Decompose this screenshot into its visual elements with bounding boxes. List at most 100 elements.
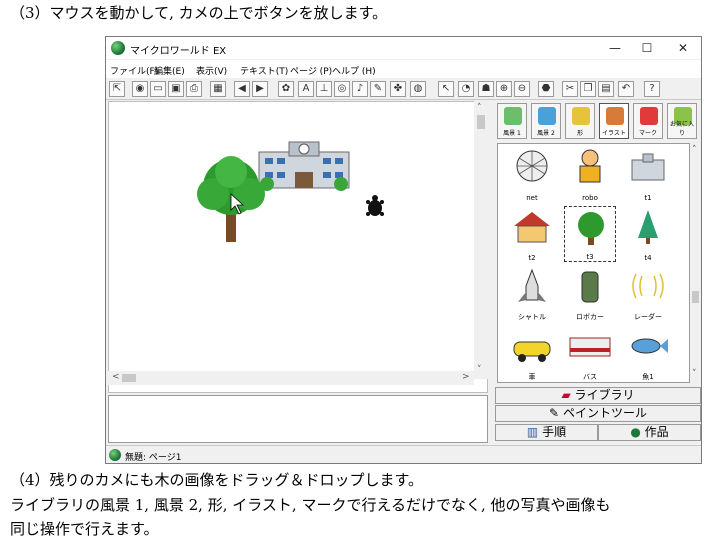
paint-tool-button[interactable]: ✎ ペイントツール (495, 405, 701, 422)
globe-icon[interactable]: ◉ (132, 81, 148, 97)
menu-text[interactable]: テキスト(T) (240, 64, 288, 77)
library-item-車[interactable]: 車 (506, 326, 558, 382)
library-tab-2[interactable]: 形 (565, 103, 595, 139)
library-item-label: バス (583, 373, 597, 381)
canvas-vertical-scrollbar[interactable]: ˄ ˅ (474, 101, 488, 379)
step3-text: （3）マウスを動かして, カメの上でボタンを放します。 (10, 4, 388, 22)
scroll-thumb[interactable] (477, 115, 485, 129)
print-icon[interactable]: ⎙ (186, 81, 202, 97)
work-button[interactable]: ● 作品 (598, 424, 701, 441)
zoom-out-icon[interactable]: ⊖ (514, 81, 530, 97)
library-item-robo[interactable]: robo (564, 146, 616, 202)
status-bar: 無題: ページ1 (106, 445, 701, 464)
watch-icon[interactable]: ◔ (458, 81, 474, 97)
library-scroll-down-icon[interactable]: ˅ (692, 369, 697, 379)
library-tab-label: マーク (638, 130, 657, 137)
library-item-バス[interactable]: バス (564, 326, 616, 382)
library-button[interactable]: ▰ ライブラリ (495, 387, 701, 404)
library-item-net[interactable]: net (506, 146, 558, 202)
mark-icon (640, 107, 658, 125)
paste-icon[interactable]: ▤ (598, 81, 614, 97)
library-item-シャトル[interactable]: シャトル (506, 266, 558, 322)
status-globe-icon (109, 449, 121, 461)
library-item-label: net (526, 194, 538, 202)
slider-icon[interactable]: ⊥ (316, 81, 332, 97)
radar-icon (632, 273, 664, 299)
library-tab-3[interactable]: イラスト (599, 103, 629, 139)
text-box[interactable] (108, 395, 488, 443)
stop-icon[interactable]: ⬣ (538, 81, 554, 97)
menu-page[interactable]: ページ (P) (290, 64, 332, 77)
zoom-in-icon[interactable]: ⊕ (496, 81, 512, 97)
library-item-label: t1 (644, 194, 652, 202)
menu-help[interactable]: ヘルプ (H) (332, 64, 376, 77)
arrow-cursor-icon[interactable]: ↖ (438, 81, 454, 97)
library-item-label: t3 (586, 253, 594, 261)
library-scroll-thumb[interactable] (692, 291, 699, 303)
library-item-label: レーダー (634, 313, 662, 321)
library-item-label: t4 (644, 254, 652, 262)
menu-view[interactable]: 表示(V) (196, 64, 227, 77)
maximize-button[interactable]: ☐ (632, 39, 662, 57)
library-item-t1[interactable]: t1 (622, 146, 674, 202)
menu-edit[interactable]: 編集(E) (154, 64, 185, 77)
pointer-icon[interactable]: ⇱ (109, 81, 125, 97)
hscroll-thumb[interactable] (122, 374, 136, 382)
turtle-icon[interactable] (366, 195, 384, 216)
school-image[interactable] (258, 141, 350, 191)
brush-icon[interactable]: ✎ (370, 81, 386, 97)
help-icon[interactable]: ? (644, 81, 660, 97)
grid-icon[interactable]: ▦ (210, 81, 226, 97)
undo-icon[interactable]: ↶ (618, 81, 634, 97)
fish-icon (631, 338, 668, 354)
menu-bar: ファイル(F) 編集(E) 表示(V) テキスト(T) ページ (P) ヘルプ … (106, 60, 701, 78)
text-icon[interactable]: A (298, 81, 314, 97)
library-item-ロボカー[interactable]: ロボカー (564, 266, 616, 322)
stamp-icon[interactable]: ☗ (478, 81, 494, 97)
library-tab-0[interactable]: 風景 1 (497, 103, 527, 139)
page-canvas[interactable] (108, 101, 488, 393)
canvas-horizontal-scrollbar[interactable]: < > (108, 371, 474, 385)
library-scrollbar[interactable]: ˄ ˅ (690, 143, 701, 383)
library-item-label: ロボカー (576, 313, 604, 321)
library-scroll-up-icon[interactable]: ˄ (692, 145, 697, 155)
paintbrush-icon: ✎ (549, 406, 560, 420)
library-tab-4[interactable]: マーク (633, 103, 663, 139)
library-item-t4[interactable]: t4 (622, 206, 674, 262)
minimize-button[interactable]: — (600, 39, 630, 57)
car-icon (513, 341, 551, 362)
scroll-right-arrow-icon[interactable]: > (462, 372, 470, 382)
library-item-label: 車 (528, 373, 536, 381)
library-item-t2[interactable]: t2 (506, 206, 558, 262)
library-tab-1[interactable]: 風景 2 (531, 103, 561, 139)
copy-icon[interactable]: ❐ (580, 81, 596, 97)
title-bar: マイクロワールド EX — ☐ ✕ (106, 37, 701, 59)
music-icon[interactable]: ♪ (352, 81, 368, 97)
library-grid: net robo t1 t2 t3 t4 シャトル ロボカー レーダー車 バス 魚1 (497, 143, 690, 383)
scroll-down-arrow-icon[interactable]: ˅ (477, 365, 482, 375)
library-item-t3[interactable]: t3 (564, 206, 616, 262)
window-title: マイクロワールド EX (130, 46, 227, 57)
earth-icon[interactable]: ◍ (410, 81, 426, 97)
open-icon[interactable]: ▭ (150, 81, 166, 97)
right-arrow-icon[interactable]: ▶ (252, 81, 268, 97)
scroll-left-arrow-icon[interactable]: < (112, 372, 120, 382)
library-item-魚1[interactable]: 魚1 (622, 326, 674, 382)
status-text: 無題: ページ1 (125, 453, 182, 463)
robot-icon (579, 149, 601, 183)
steps-button[interactable]: ▥ 手順 (495, 424, 598, 441)
scroll-up-arrow-icon[interactable]: ˄ (477, 103, 482, 113)
library-tab-5[interactable]: お気に入り (667, 103, 697, 139)
animal-icon[interactable]: ✤ (390, 81, 406, 97)
eye-icon[interactable]: ◎ (334, 81, 350, 97)
library-item-レーダー[interactable]: レーダー (622, 266, 674, 322)
cut-icon[interactable]: ✂ (562, 81, 578, 97)
menu-file[interactable]: ファイル(F) (110, 64, 158, 77)
tree-image[interactable] (197, 156, 265, 242)
library-item-label: t2 (528, 254, 536, 262)
save-icon[interactable]: ▣ (168, 81, 184, 97)
left-arrow-icon[interactable]: ◀ (234, 81, 250, 97)
close-button[interactable]: ✕ (668, 39, 698, 57)
turtle-icon[interactable]: ✿ (278, 81, 294, 97)
work-label: 作品 (644, 425, 669, 439)
